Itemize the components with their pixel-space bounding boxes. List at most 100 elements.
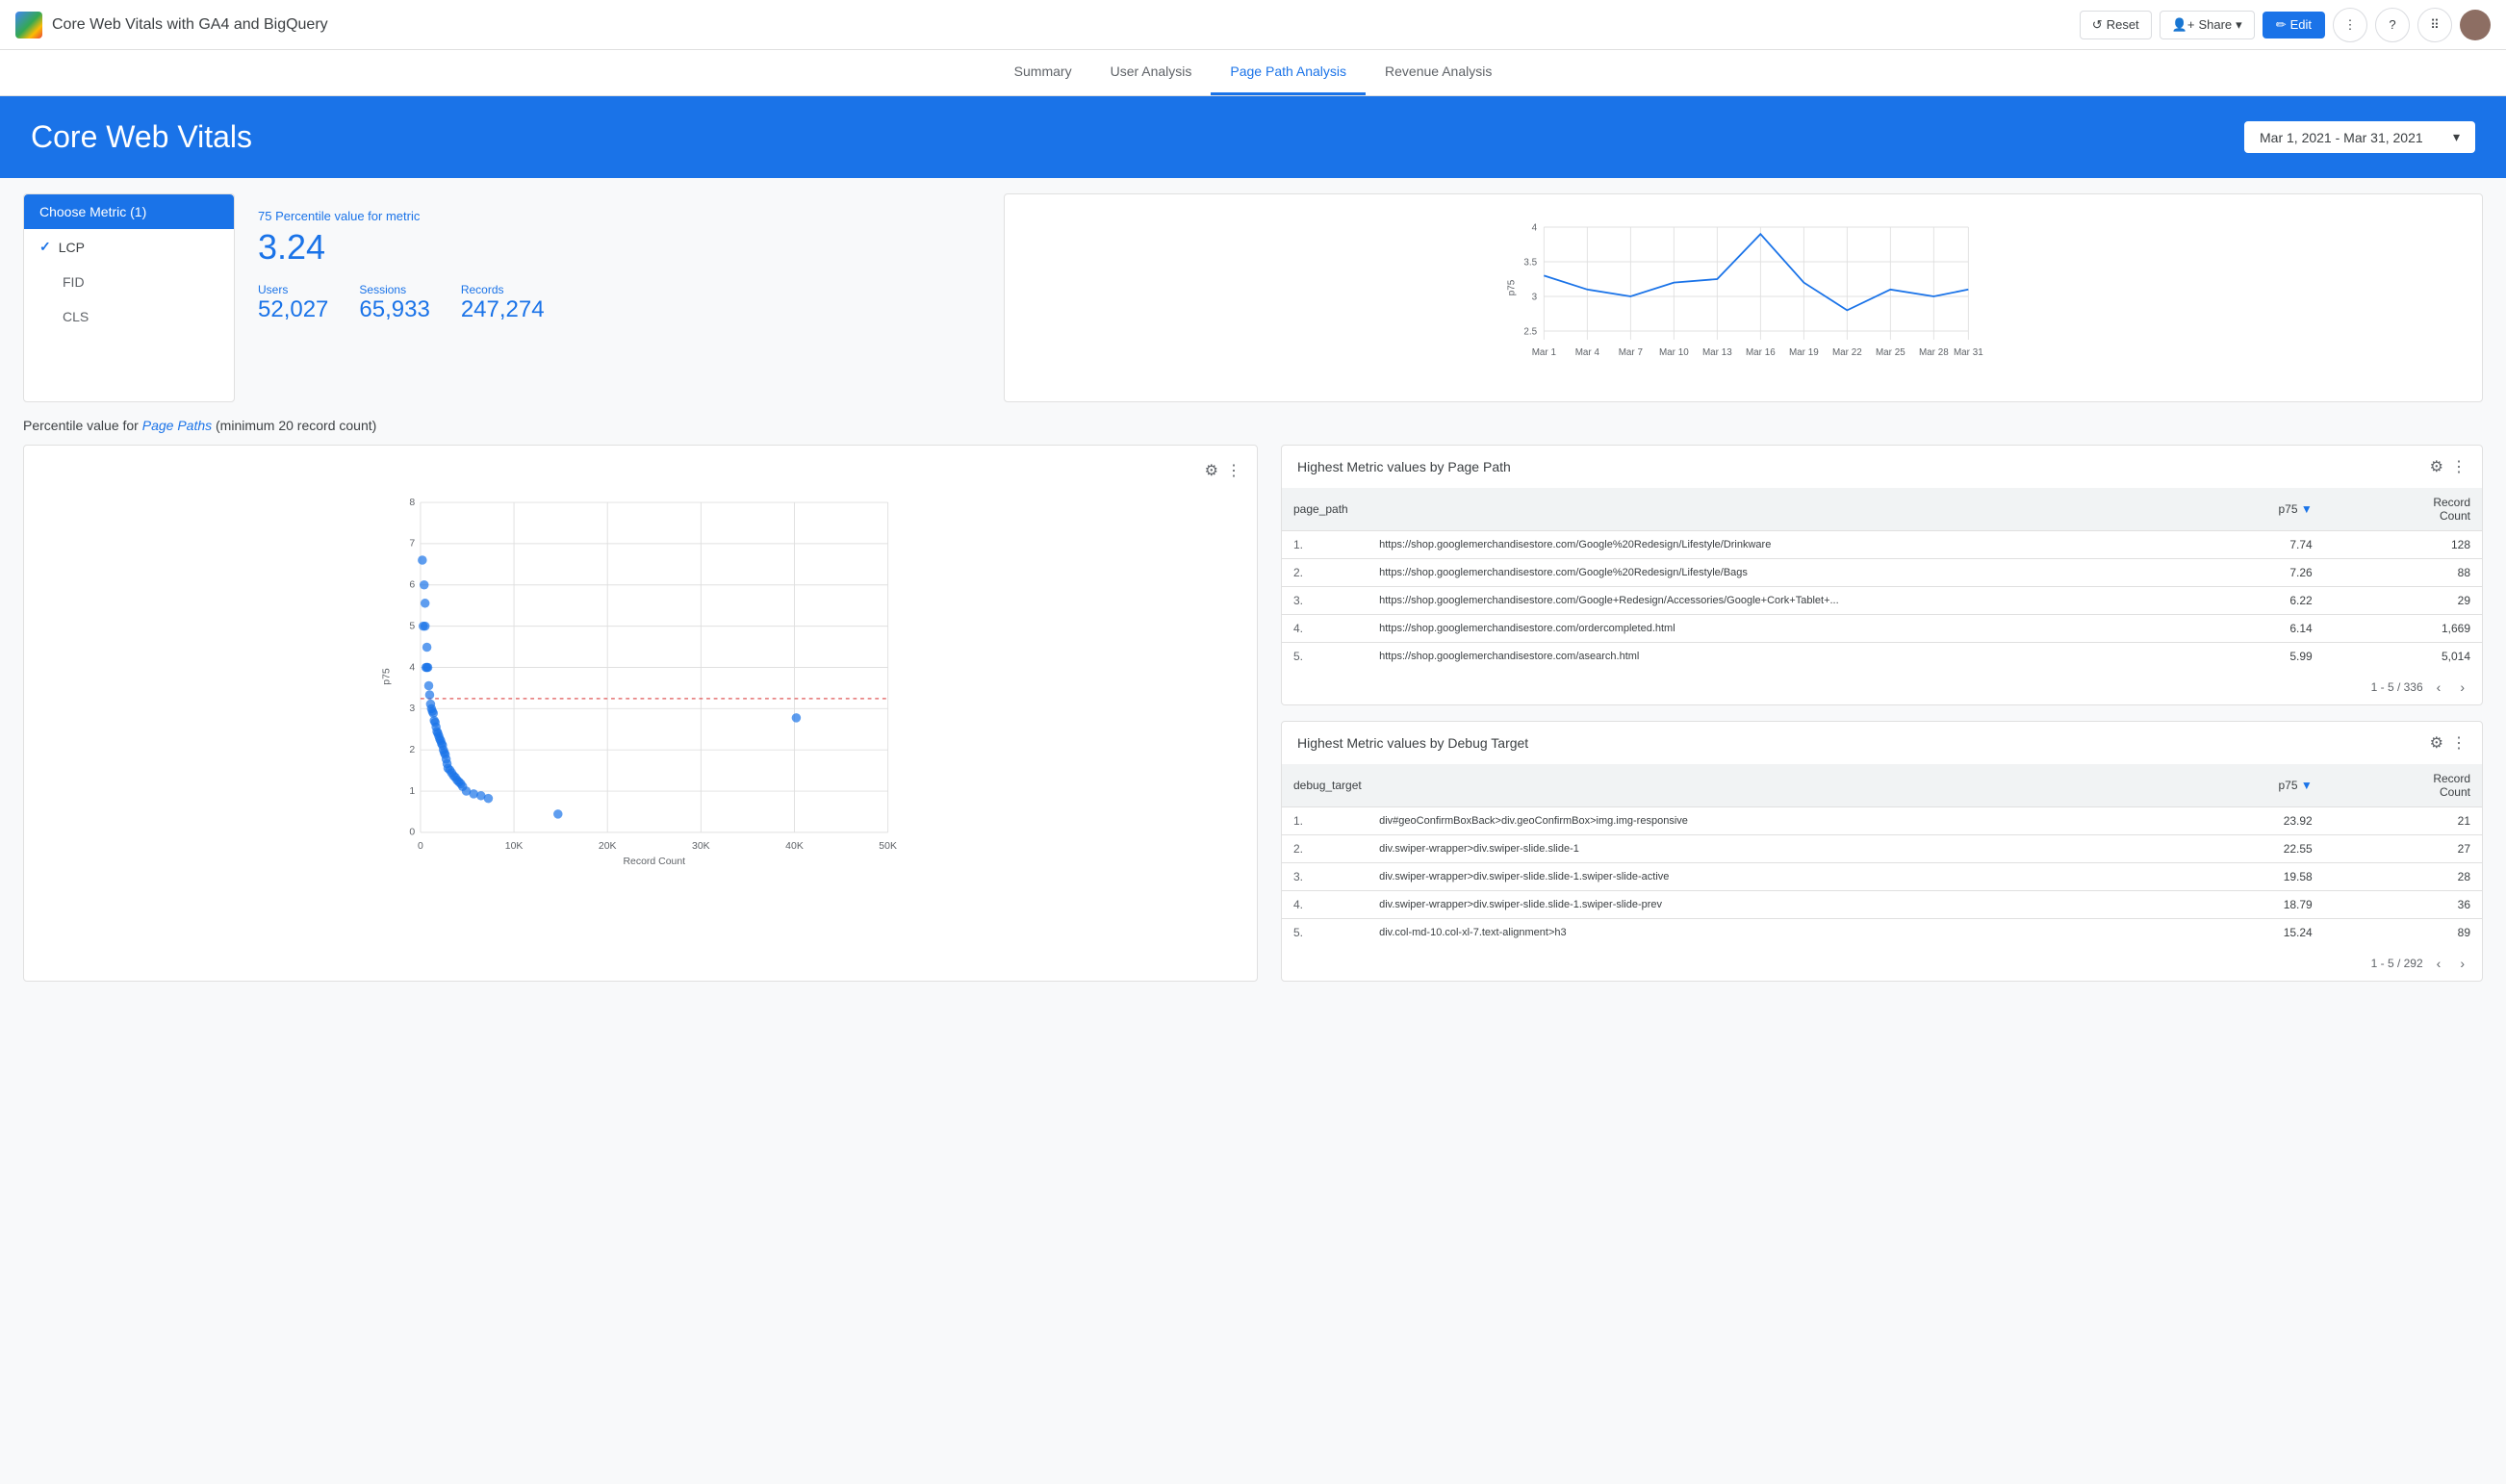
svg-text:Mar 22: Mar 22: [1832, 347, 1862, 358]
table1-col-count: RecordCount: [2324, 488, 2482, 531]
scatter-filter-button[interactable]: ⚙: [1205, 461, 1218, 480]
apps-button[interactable]: ⠿: [2417, 8, 2452, 42]
row-count: 28: [2324, 863, 2482, 891]
svg-text:Mar 10: Mar 10: [1659, 347, 1689, 358]
row-path: div.swiper-wrapper>div.swiper-slide.slid…: [1368, 891, 2174, 919]
date-range-selector[interactable]: Mar 1, 2021 - Mar 31, 2021 ▾: [2244, 121, 2475, 153]
table1-filter-button[interactable]: ⚙: [2430, 457, 2443, 476]
table2-title: Highest Metric values by Debug Target: [1297, 735, 1528, 751]
records-value: 247,274: [461, 296, 545, 323]
table2-header: Highest Metric values by Debug Target ⚙ …: [1282, 722, 2482, 764]
table1-tools: ⚙ ⋮: [2430, 457, 2467, 476]
table2-page-info: 1 - 5 / 292: [2371, 957, 2423, 970]
users-value: 52,027: [258, 296, 328, 323]
row-num: 1.: [1282, 531, 1368, 559]
svg-text:7: 7: [409, 539, 415, 550]
stats-row: Users 52,027 Sessions 65,933 Records 247…: [258, 283, 981, 323]
row-count: 89: [2324, 919, 2482, 947]
table1-col-p75[interactable]: p75 ▼: [2174, 488, 2323, 531]
metric-fid[interactable]: FID: [24, 265, 234, 299]
svg-text:Mar 7: Mar 7: [1619, 347, 1643, 358]
line-chart-svg: 4 3.5 3 2.5 p75: [1020, 210, 2467, 383]
stats-area: 75 Percentile value for metric 3.24 User…: [258, 193, 981, 402]
table1-prev-button[interactable]: ‹: [2431, 678, 2447, 697]
table-row: 2. div.swiper-wrapper>div.swiper-slide.s…: [1282, 835, 2482, 863]
table1-more-button[interactable]: ⋮: [2451, 457, 2467, 476]
table1-next-button[interactable]: ›: [2454, 678, 2470, 697]
table2-next-button[interactable]: ›: [2454, 954, 2470, 973]
edit-icon: ✏: [2276, 17, 2287, 33]
table-row: 5. div.col-md-10.col-xl-7.text-alignment…: [1282, 919, 2482, 947]
records-label: Records: [461, 283, 545, 296]
percentile-value: 3.24: [258, 227, 981, 268]
svg-text:4: 4: [1532, 223, 1538, 234]
avatar[interactable]: [2460, 10, 2491, 40]
table-row: 5. https://shop.googlemerchandisestore.c…: [1282, 643, 2482, 671]
scatter-more-button[interactable]: ⋮: [1226, 461, 1241, 480]
tab-page-path-analysis[interactable]: Page Path Analysis: [1211, 50, 1366, 95]
row-p75: 5.99: [2174, 643, 2323, 671]
share-button[interactable]: 👤+ Share ▾: [2160, 11, 2255, 39]
choose-metric-header[interactable]: Choose Metric (1): [24, 194, 234, 229]
table2-more-button[interactable]: ⋮: [2451, 733, 2467, 753]
row-num: 1.: [1282, 807, 1368, 835]
row-p75: 23.92: [2174, 807, 2323, 835]
users-label: Users: [258, 283, 328, 296]
scatter-chart-svg: p75 8 7 6 5 4: [39, 484, 1241, 869]
svg-text:Mar 19: Mar 19: [1789, 347, 1819, 358]
main-content: Choose Metric (1) ✓ LCP FID CLS 75 Perce…: [0, 178, 2506, 1012]
svg-text:8: 8: [409, 498, 415, 508]
row-num: 2.: [1282, 559, 1368, 587]
svg-text:5: 5: [409, 621, 415, 631]
table2-filter-button[interactable]: ⚙: [2430, 733, 2443, 753]
row-path: div.swiper-wrapper>div.swiper-slide.slid…: [1368, 835, 2174, 863]
tab-revenue-analysis[interactable]: Revenue Analysis: [1366, 50, 1511, 95]
topbar-right: ↺ Reset 👤+ Share ▾ ✏ Edit ⋮ ? ⠿: [2080, 8, 2491, 42]
svg-text:10K: 10K: [505, 841, 524, 852]
svg-text:Mar 16: Mar 16: [1746, 347, 1776, 358]
row-p75: 22.55: [2174, 835, 2323, 863]
svg-text:3: 3: [409, 704, 415, 714]
row-num: 3.: [1282, 587, 1368, 615]
row-path: div.swiper-wrapper>div.swiper-slide.slid…: [1368, 863, 2174, 891]
row-path: https://shop.googlemerchandisestore.com/…: [1368, 615, 2174, 643]
more-options-button[interactable]: ⋮: [2333, 8, 2367, 42]
svg-text:30K: 30K: [692, 841, 710, 852]
row-num: 5.: [1282, 919, 1368, 947]
row-count: 27: [2324, 835, 2482, 863]
row-num: 3.: [1282, 863, 1368, 891]
table1-page-info: 1 - 5 / 336: [2371, 680, 2423, 694]
table1-title: Highest Metric values by Page Path: [1297, 459, 1511, 474]
row-count: 88: [2324, 559, 2482, 587]
row-count: 29: [2324, 587, 2482, 615]
table2-col-p75[interactable]: p75 ▼: [2174, 764, 2323, 807]
topbar: Core Web Vitals with GA4 and BigQuery ↺ …: [0, 0, 2506, 50]
edit-button[interactable]: ✏ Edit: [2263, 12, 2325, 38]
users-stat: Users 52,027: [258, 283, 328, 323]
row-num: 5.: [1282, 643, 1368, 671]
svg-text:p75: p75: [382, 668, 393, 685]
tab-user-analysis[interactable]: User Analysis: [1091, 50, 1212, 95]
tab-summary[interactable]: Summary: [995, 50, 1091, 95]
sessions-value: 65,933: [359, 296, 429, 323]
chevron-down-icon: ▾: [2236, 17, 2242, 33]
metric-cls[interactable]: CLS: [24, 299, 234, 334]
svg-text:1: 1: [409, 786, 415, 797]
table2-prev-button[interactable]: ‹: [2431, 954, 2447, 973]
date-range-chevron: ▾: [2453, 129, 2460, 145]
table1-header: Highest Metric values by Page Path ⚙ ⋮: [1282, 446, 2482, 488]
app-logo: [15, 12, 42, 38]
row-path: div#geoConfirmBoxBack>div.geoConfirmBox>…: [1368, 807, 2174, 835]
table-row: 2. https://shop.googlemerchandisestore.c…: [1282, 559, 2482, 587]
percentile-label: 75 Percentile value for metric: [258, 209, 981, 223]
svg-text:Mar 4: Mar 4: [1575, 347, 1600, 358]
reset-button[interactable]: ↺ Reset: [2080, 11, 2152, 39]
table2-tools: ⚙ ⋮: [2430, 733, 2467, 753]
row-path: https://shop.googlemerchandisestore.com/…: [1368, 559, 2174, 587]
help-button[interactable]: ?: [2375, 8, 2410, 42]
table1-data: page_path p75 ▼ RecordCount 1. https://s…: [1282, 488, 2482, 670]
table2-data: debug_target p75 ▼ RecordCount 1. div#ge…: [1282, 764, 2482, 946]
metric-lcp[interactable]: ✓ LCP: [24, 229, 234, 265]
nav-tabs: Summary User Analysis Page Path Analysis…: [0, 50, 2506, 96]
metric-panel: Choose Metric (1) ✓ LCP FID CLS: [23, 193, 235, 402]
